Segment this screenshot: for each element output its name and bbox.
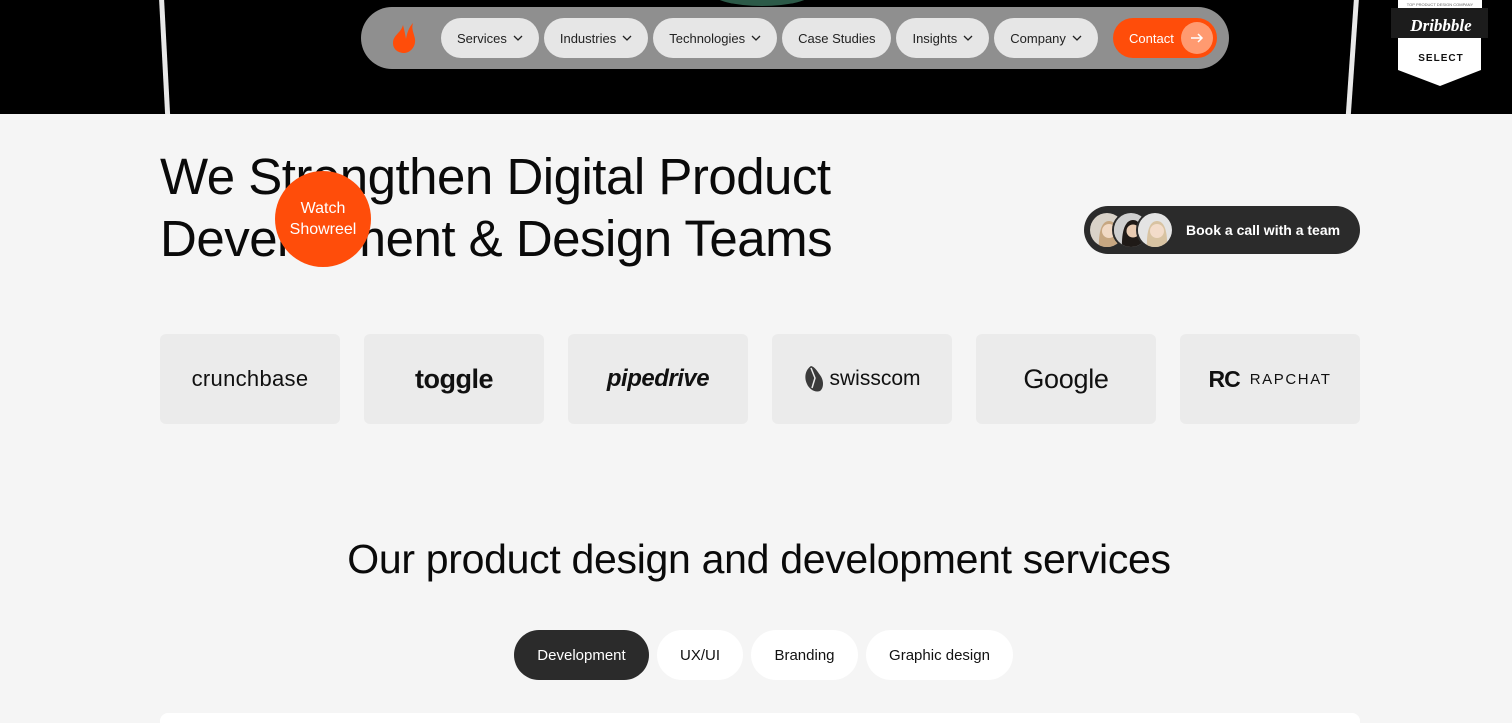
rapchat-wordmark: RAPCHAT — [1249, 370, 1332, 388]
nav-insights[interactable]: Insights — [896, 18, 990, 58]
swisscom-wordmark: swisscom — [829, 367, 921, 390]
book-call-button[interactable]: Book a call with a team — [1084, 206, 1360, 254]
client-logo-pipedrive: pipedrive — [568, 334, 748, 424]
toggle-wordmark: toggle — [415, 363, 494, 394]
nav-case-studies[interactable]: Case Studies — [782, 18, 892, 58]
badge-top-text: TOP PRODUCT DESIGN COMPANY — [1407, 2, 1474, 7]
showreel-label-1: Watch — [300, 200, 346, 217]
nav-label: Industries — [559, 30, 617, 46]
nav-label: Insights — [912, 30, 958, 46]
nav-technologies[interactable]: Technologies — [653, 18, 778, 58]
nav-label: Services — [457, 30, 507, 46]
hero-decoration — [712, 0, 812, 6]
chevron-down-icon — [622, 35, 632, 41]
nav-label: Case Studies — [798, 30, 876, 46]
avatar — [1136, 211, 1174, 249]
client-logo-google: Google — [976, 334, 1156, 424]
client-logo-toggle: toggle — [364, 334, 544, 424]
tab-ux-ui[interactable]: UX/UI — [657, 630, 743, 680]
chevron-down-icon — [751, 35, 761, 41]
contact-button[interactable]: Contact — [1113, 18, 1217, 58]
pipedrive-wordmark: pipedrive — [606, 365, 710, 392]
client-logo-rapchat: RC RAPCHAT — [1180, 334, 1360, 424]
chevron-down-icon — [963, 35, 973, 41]
brand-logo-icon[interactable] — [389, 21, 419, 55]
hero-decoration-line — [158, 0, 171, 114]
nav-industries[interactable]: Industries — [543, 18, 649, 58]
main-nav: Services Industries Technologies Case St… — [361, 7, 1229, 69]
arrow-right-icon — [1181, 22, 1213, 54]
nav-label: Technologies — [669, 30, 746, 46]
hero-headline: We Strengthen Digital Product Developmen… — [160, 146, 920, 270]
google-wordmark: Google — [1023, 363, 1109, 394]
services-tabs: Development UX/UI Branding Graphic desig… — [514, 630, 1013, 680]
chevron-down-icon — [1072, 35, 1082, 41]
tab-graphic-design[interactable]: Graphic design — [866, 630, 1013, 680]
headline-line-2: Development & Design Teams — [160, 210, 833, 267]
watch-showreel-button[interactable]: Watch Showreel — [275, 171, 371, 267]
showreel-label-2: Showreel — [289, 221, 357, 238]
book-call-label: Book a call with a team — [1186, 222, 1341, 238]
dribbble-select-badge[interactable]: TOP PRODUCT DESIGN COMPANY Dribbble SELE… — [1391, 0, 1488, 86]
contact-label: Contact — [1129, 30, 1174, 46]
crunchbase-wordmark: crunchbase — [191, 366, 309, 391]
services-content-panel — [160, 713, 1360, 723]
client-logo-swisscom: swisscom — [772, 334, 952, 424]
chevron-down-icon — [513, 35, 523, 41]
rapchat-mark: RC — [1208, 365, 1241, 392]
swisscom-mark-icon — [805, 366, 824, 392]
tab-development[interactable]: Development — [514, 630, 649, 680]
hero-decoration-line — [1345, 0, 1360, 114]
nav-label: Company — [1010, 30, 1066, 46]
nav-company[interactable]: Company — [994, 18, 1098, 58]
badge-sub: SELECT — [1418, 53, 1463, 64]
tab-branding[interactable]: Branding — [751, 630, 858, 680]
nav-services[interactable]: Services — [441, 18, 539, 58]
services-heading: Our product design and development servi… — [347, 536, 1171, 582]
client-logo-crunchbase: crunchbase — [160, 334, 340, 424]
client-logos: crunchbase toggle pipedrive swisscom Goo… — [160, 334, 1360, 424]
badge-brand: Dribbble — [1409, 16, 1472, 35]
headline-line-1: We Strengthen Digital Product — [160, 148, 831, 205]
